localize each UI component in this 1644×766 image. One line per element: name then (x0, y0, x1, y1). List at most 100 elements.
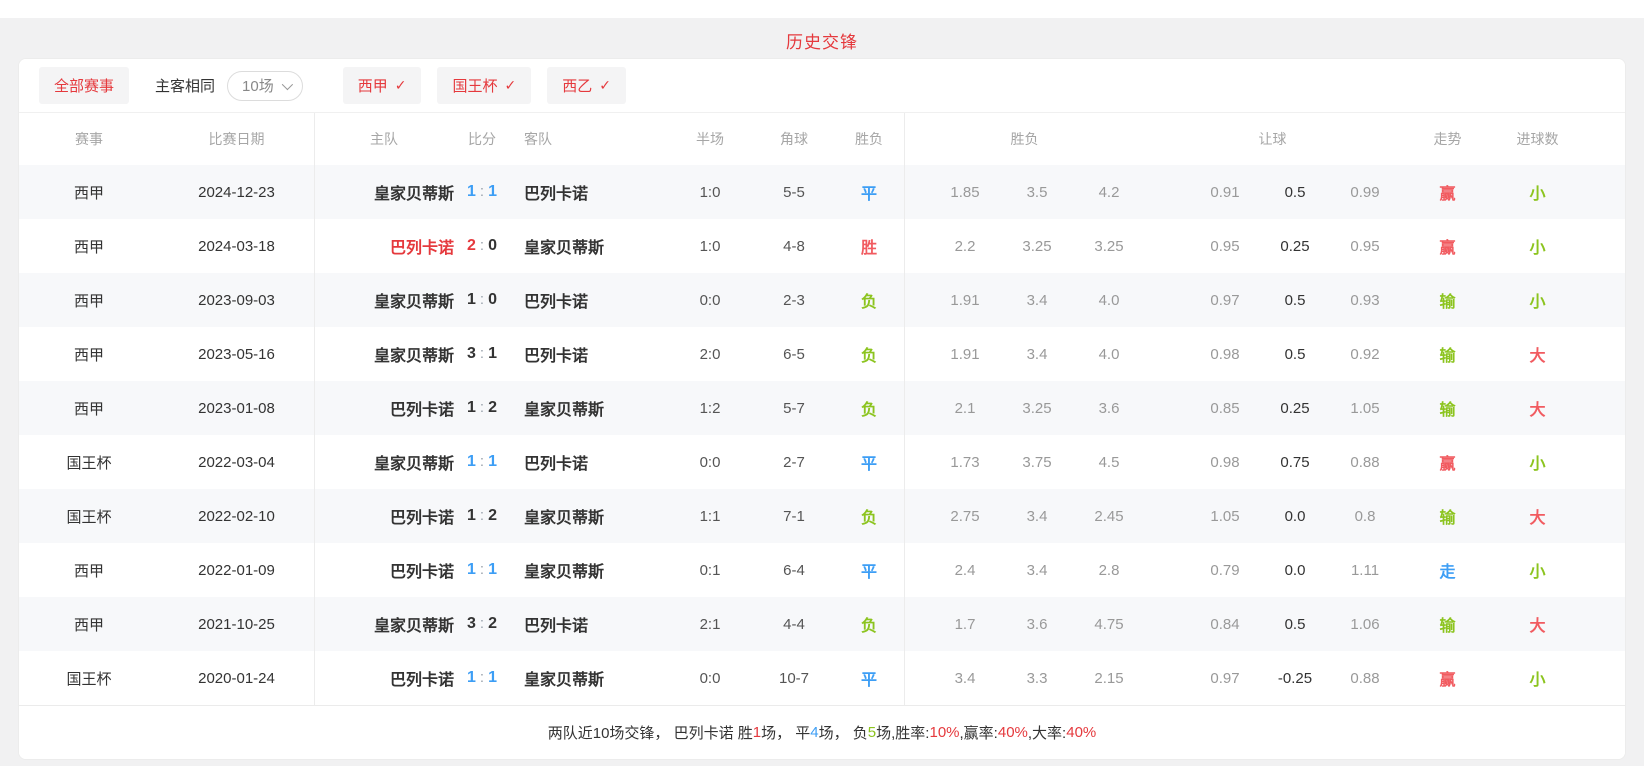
trend-cell: 赢 (1400, 180, 1495, 204)
top-strip (0, 0, 1644, 18)
league-cell: 国王杯 (19, 506, 159, 527)
away-team-cell: 皇家贝蒂斯 (510, 558, 666, 582)
result-cell: 负 (834, 288, 904, 312)
result-cell: 负 (834, 342, 904, 366)
header-league: 赛事 (19, 129, 159, 149)
summary-segment: 5 (868, 724, 876, 741)
goals-cell: 小 (1495, 450, 1580, 474)
date-cell: 2024-12-23 (159, 184, 314, 201)
result-cell: 平 (834, 666, 904, 690)
home-score: 1 (467, 453, 476, 470)
half-time-cell: 0:0 (666, 454, 754, 471)
half-time-cell: 1:0 (666, 238, 754, 255)
score-colon: : (476, 615, 488, 632)
handicap-odds-cell: 1.11 (1330, 562, 1400, 579)
europe-odds-cell: 1.73 (929, 454, 1001, 471)
away-team-cell: 巴列卡诺 (510, 612, 666, 636)
result-cell: 胜 (834, 234, 904, 258)
date-cell: 2024-03-18 (159, 238, 314, 255)
corner-cell: 4-8 (754, 238, 834, 255)
europe-odds-cell: 3.4 (929, 670, 1001, 687)
league-cell: 西甲 (19, 182, 159, 203)
history-head-to-head-card: 全部赛事 主客相同 10场 西甲✓国王杯✓西乙✓ 赛事比赛日期主队比分客队半场角… (18, 58, 1626, 760)
match-count-select[interactable]: 10场 (227, 71, 303, 101)
handicap-odds-cell: 0.5 (1260, 616, 1330, 633)
home-team-cell: 巴列卡诺 (314, 396, 454, 420)
away-score: 0 (488, 291, 497, 308)
trend-cell: 赢 (1400, 234, 1495, 258)
league-cell: 西甲 (19, 290, 159, 311)
score-colon: : (476, 345, 488, 362)
header-trend: 走势 (1400, 129, 1495, 149)
goals-cell: 小 (1495, 234, 1580, 258)
europe-odds-cell: 2.1 (929, 400, 1001, 417)
header-date: 比赛日期 (159, 129, 314, 149)
match-row: 西甲2021-10-25皇家贝蒂斯3:2巴列卡诺2:14-4负1.73.64.7… (19, 597, 1625, 651)
home-team-cell: 巴列卡诺 (314, 234, 454, 258)
handicap-odds-cell: 1.05 (1190, 508, 1260, 525)
handicap-odds-cell: 0.0 (1260, 508, 1330, 525)
league-cell: 国王杯 (19, 452, 159, 473)
match-row: 国王杯2022-03-04皇家贝蒂斯1:1巴列卡诺0:02-7平1.733.75… (19, 435, 1625, 489)
home-score: 2 (467, 237, 476, 254)
europe-odds-cell: 3.25 (1001, 238, 1073, 255)
europe-odds-cell: 1.7 (929, 616, 1001, 633)
table-header: 赛事比赛日期主队比分客队半场角球胜负胜负让球走势进球数 (19, 113, 1625, 165)
away-score: 1 (488, 561, 497, 578)
summary-segment: 10% (929, 724, 959, 741)
half-time-cell: 0:0 (666, 292, 754, 309)
corner-cell: 4-4 (754, 616, 834, 633)
score-cell: 1:1 (454, 561, 510, 579)
europe-odds-cell: 4.0 (1073, 292, 1145, 309)
half-time-cell: 2:0 (666, 346, 754, 363)
summary-segment: ,赢率: (960, 722, 998, 743)
league-filter-label: 西甲 (358, 75, 388, 96)
handicap-odds-cell: 0.95 (1330, 238, 1400, 255)
home-team-cell: 皇家贝蒂斯 (314, 612, 454, 636)
league-filter-2[interactable]: 西乙✓ (547, 67, 626, 104)
matches-table: 赛事比赛日期主队比分客队半场角球胜负胜负让球走势进球数 西甲2024-12-23… (19, 113, 1625, 705)
check-icon: ✓ (395, 77, 407, 94)
handicap-odds-cell: 0.84 (1190, 616, 1260, 633)
score-colon: : (476, 237, 488, 254)
europe-odds-cell: 2.8 (1073, 562, 1145, 579)
score-cell: 3:2 (454, 615, 510, 633)
league-cell: 国王杯 (19, 668, 159, 689)
europe-odds-cell: 3.4 (1001, 346, 1073, 363)
handicap-odds-cell: 0.95 (1190, 238, 1260, 255)
corner-cell: 6-5 (754, 346, 834, 363)
corner-cell: 2-3 (754, 292, 834, 309)
league-filter-label: 国王杯 (452, 75, 497, 96)
score-colon: : (476, 507, 488, 524)
match-count-value: 10场 (242, 75, 274, 96)
home-team-cell: 巴列卡诺 (314, 504, 454, 528)
europe-odds-cell: 4.2 (1073, 184, 1145, 201)
half-time-cell: 1:1 (666, 508, 754, 525)
handicap-odds-cell: 0.88 (1330, 454, 1400, 471)
goals-cell: 小 (1495, 180, 1580, 204)
handicap-odds-cell: 0.79 (1190, 562, 1260, 579)
check-icon: ✓ (504, 77, 516, 94)
date-cell: 2022-02-10 (159, 508, 314, 525)
league-cell: 西甲 (19, 344, 159, 365)
all-matches-button[interactable]: 全部赛事 (39, 67, 129, 104)
home-team-cell: 巴列卡诺 (314, 558, 454, 582)
half-time-cell: 2:1 (666, 616, 754, 633)
trend-cell: 输 (1400, 612, 1495, 636)
goals-cell: 大 (1495, 504, 1580, 528)
handicap-odds-cell: 0.88 (1330, 670, 1400, 687)
corner-cell: 5-5 (754, 184, 834, 201)
league-filter-0[interactable]: 西甲 ✓ (343, 67, 422, 104)
header-away: 客队 (510, 129, 666, 149)
league-filter-1[interactable]: 国王杯 ✓ (437, 67, 531, 104)
europe-odds-cell: 2.75 (929, 508, 1001, 525)
table-body: 西甲2024-12-23皇家贝蒂斯1:1巴列卡诺1:05-5平1.853.54.… (19, 165, 1625, 705)
result-cell: 平 (834, 180, 904, 204)
home-score: 3 (467, 615, 476, 632)
summary-segment: 4 (810, 724, 818, 741)
home-score: 1 (467, 669, 476, 686)
away-score: 0 (488, 237, 497, 254)
away-score: 1 (488, 345, 497, 362)
league-filters: 西甲 ✓ 国王杯 ✓ 西乙✓ (343, 67, 626, 104)
trend-cell: 输 (1400, 288, 1495, 312)
